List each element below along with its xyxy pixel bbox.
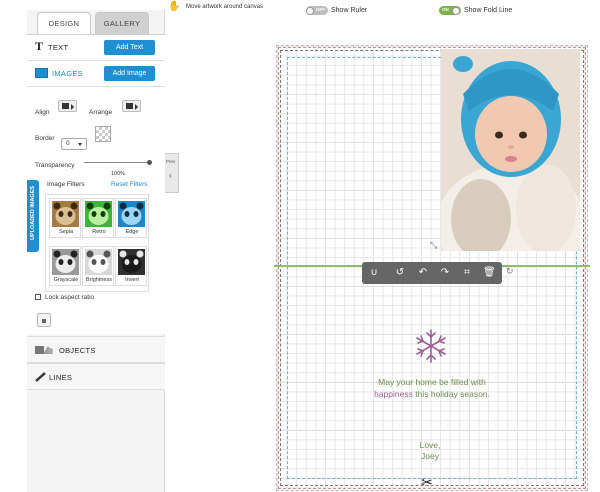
text-section-header: T TEXT Add Text: [27, 35, 165, 61]
greeting-highlight: happiness: [374, 389, 413, 399]
rotate-left-icon[interactable]: ↶: [417, 267, 429, 279]
lines-section-title: LINES: [49, 373, 73, 382]
align-label: Align: [35, 109, 50, 116]
resize-handle[interactable]: ↻: [506, 266, 514, 277]
transparency-slider-handle[interactable]: [147, 160, 152, 165]
panda-sepia-thumb: [52, 201, 79, 227]
panda-grayscale-thumb: [52, 249, 79, 275]
pencil-icon: [35, 372, 47, 384]
rotate-right-icon[interactable]: ↷: [439, 267, 451, 279]
border-label: Border: [35, 135, 55, 142]
rotate-handle[interactable]: ⤡: [430, 240, 437, 251]
transparency-value: 100%: [111, 171, 126, 177]
border-color-swatch[interactable]: [95, 126, 111, 142]
flip-icon[interactable]: ↺: [394, 267, 406, 279]
filter-label: Brightness: [86, 277, 112, 283]
filter-label: Edge: [125, 229, 139, 235]
objects-section-title: OBJECTS: [59, 346, 96, 355]
panda-brightness-thumb: [85, 249, 112, 275]
lines-section[interactable]: LINES: [27, 363, 165, 390]
panda-edge-thumb: [118, 201, 145, 227]
signoff-line-2[interactable]: Joey: [400, 451, 460, 461]
lock-icon[interactable]: [37, 313, 51, 327]
lock-aspect-checkbox[interactable]: [35, 294, 41, 300]
align-dropdown[interactable]: [58, 100, 77, 112]
filter-grayscale[interactable]: Grayscale: [49, 246, 81, 286]
preview-label: Prev: [166, 159, 176, 164]
add-image-button[interactable]: Add Image: [104, 66, 155, 81]
preview-collapse-tab[interactable]: Prev ‹: [165, 153, 179, 193]
filter-label: Grayscale: [53, 277, 79, 283]
image-filters-grid: Sepia Retro Edge Grayscale Brightness In…: [45, 194, 149, 292]
text-section-title: TEXT: [48, 43, 69, 52]
panda-retro-thumb: [85, 201, 112, 227]
lock-aspect-label: Lock aspect ratio: [45, 294, 95, 301]
images-section-title: IMAGES: [52, 69, 83, 78]
text-icon: T: [35, 39, 44, 53]
border-select[interactable]: 0: [61, 138, 87, 150]
fold-line-toggle[interactable]: ON: [439, 6, 461, 15]
image-icon: [35, 68, 48, 78]
crop-icon[interactable]: ⌗: [461, 267, 473, 279]
image-filters-label: Image Filters: [47, 181, 85, 188]
panda-invert-thumb: [118, 249, 145, 275]
greeting-line-2[interactable]: happiness this holiday season.: [340, 389, 524, 399]
signoff-line-1[interactable]: Love,: [400, 440, 460, 450]
transparency-slider-track[interactable]: [84, 162, 150, 163]
filter-edge[interactable]: Edge: [115, 198, 147, 238]
scissors-icon: ✂: [421, 474, 433, 490]
uploaded-images-tab[interactable]: UPLOADED IMAGES: [27, 180, 39, 252]
filter-invert[interactable]: Invert: [115, 246, 147, 286]
objects-icon: [35, 345, 55, 357]
hand-icon: ✋: [168, 1, 181, 12]
greeting-line-1[interactable]: May your home be filled with: [340, 377, 524, 387]
filter-label: Invert: [125, 277, 139, 283]
filter-sepia[interactable]: Sepia: [49, 198, 81, 238]
image-toolbar: ∪ ↺ ↶ ↷ ⌗ 🗑: [362, 262, 502, 284]
magnet-icon[interactable]: ∪: [368, 267, 380, 279]
tab-gallery[interactable]: GALLERY: [95, 12, 149, 34]
greeting-line-2-rest: this holiday season.: [415, 389, 490, 399]
filter-retro[interactable]: Retro: [82, 198, 114, 238]
tab-design[interactable]: DESIGN: [37, 12, 91, 34]
show-fold-line-label: Show Fold Line: [464, 7, 513, 14]
filter-label: Sepia: [58, 229, 74, 235]
reset-filters-link[interactable]: Reset Filters: [111, 181, 147, 188]
show-ruler-label: Show Ruler: [331, 7, 368, 14]
add-text-button[interactable]: Add Text: [104, 40, 155, 55]
baby-photo[interactable]: [441, 49, 580, 251]
snowflake-icon[interactable]: [413, 328, 449, 366]
design-sidebar: DESIGN GALLERY T TEXT Add Text IMAGES Ad…: [27, 10, 165, 492]
transparency-label: Transparency: [35, 162, 75, 169]
arrange-dropdown[interactable]: [122, 100, 141, 112]
images-section-header: IMAGES Add Image: [27, 61, 165, 87]
move-artwork-hint: Move artwork around canvas: [186, 4, 264, 10]
filter-brightness[interactable]: Brightness: [82, 246, 114, 286]
arrange-label: Arrange: [89, 109, 113, 116]
objects-section[interactable]: OBJECTS: [27, 336, 165, 363]
chevron-left-icon: ‹: [169, 171, 172, 180]
filter-label: Retro: [92, 229, 106, 235]
trash-icon[interactable]: 🗑: [483, 267, 496, 279]
ruler-toggle[interactable]: OFF: [306, 6, 328, 15]
